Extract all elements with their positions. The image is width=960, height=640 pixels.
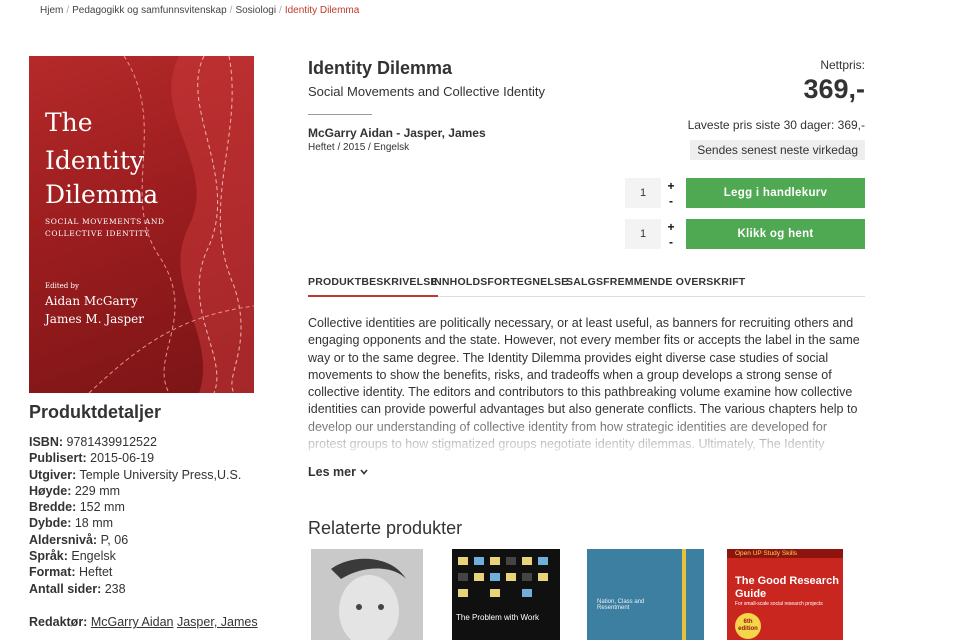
chevron-down-icon [360,469,369,475]
related-product-series: Open UP Study Skills [735,550,798,557]
book-cover-image[interactable]: The Identity Dilemma SOCIAL MOVEMENTS AN… [29,56,254,393]
price-value: 369,- [803,74,865,104]
product-details-list: ISBN: 9781439912522 Publisert: 2015-06-1… [29,434,241,597]
breadcrumb-separator: / [229,5,233,16]
description-fade [308,410,868,454]
product-details-heading: Produktdetaljer [29,402,162,422]
breadcrumb-separator: / [279,5,282,16]
cover-edited-by: Edited by [45,282,79,290]
related-product-card[interactable] [311,549,423,640]
breadcrumb-home[interactable]: Hjem [40,5,63,16]
detail-label: Høyde: [29,483,72,498]
related-product-title: The Good Research Guide [735,575,839,600]
related-product-card[interactable]: Open UP Study Skills The Good Research G… [727,549,843,640]
quantity-decrease-button[interactable]: - [665,236,677,248]
editor-link[interactable]: McGarry Aidan [91,615,174,629]
cover-title-line: The [45,108,93,137]
detail-value: 2015-06-19 [90,451,155,466]
editor-link[interactable]: Jasper, James [177,615,258,629]
detail-value: 152 mm [79,500,125,515]
product-meta: Heftet / 2015 / Engelsk [308,142,410,153]
quantity-input[interactable]: 1 [625,178,661,208]
product-subtitle: Social Movements and Collective Identity [308,84,546,99]
detail-value: 18 mm [74,516,114,531]
detail-row-isbn: ISBN: 9781439912522 [29,434,241,450]
add-to-cart-button[interactable]: Legg i handlekurv [686,178,865,208]
detail-row-publisher: Utgiver: Temple University Press,U.S. [29,467,241,483]
detail-row-published: Publisert: 2015-06-19 [29,450,241,466]
cover-title-line: Identity [45,146,144,175]
detail-label: Utgiver: [29,467,77,482]
tab-table-of-contents[interactable]: INNHOLDSFORTEGNELSE [431,276,568,297]
lowest-price-note: Laveste pris siste 30 dager: 369,- [687,118,865,132]
detail-label: Språk: [29,549,68,564]
detail-label: Antall sider: [29,581,102,596]
read-more-link[interactable]: Les mer [308,465,369,479]
detail-value: 9781439912522 [66,435,157,449]
breadcrumb-current: Identity Dilemma [284,5,360,16]
tab-promotional-headline[interactable]: SALGSFREMMENDE OVERSKRIFT [566,276,745,297]
read-more-label: Les mer [308,465,356,479]
shipping-badge: Sendes senest neste virkedag [690,140,865,160]
detail-value: 238 [104,581,126,596]
product-authors[interactable]: McGarry Aidan - Jasper, James [308,126,486,140]
product-tabs: PRODUKTBESKRIVELSE INNHOLDSFORTEGNELSE S… [308,276,865,297]
detail-row-height: Høyde: 229 mm [29,483,241,499]
related-products-heading: Relaterte produkter [308,518,463,538]
breadcrumb-subcategory[interactable]: Sosiologi [235,5,276,16]
detail-row-language: Språk: Engelsk [29,548,241,564]
title-divider [308,114,372,115]
product-title: Identity Dilemma [308,58,453,78]
detail-value: 229 mm [74,483,121,498]
related-product-card[interactable]: The Problem with Work [452,549,560,640]
cover-editor: Aidan McGarry [45,294,138,308]
related-product-title: The Problem with Work [456,613,539,622]
detail-label: Bredde: [29,500,77,515]
edition-badge: 6th edition [735,613,761,639]
editor-row: Redaktør: McGarry Aidan Jasper, James [29,615,258,629]
detail-row-age-level: Aldersnivå: P, 06 [29,532,241,548]
tab-product-description[interactable]: PRODUKTBESKRIVELSE [308,276,438,297]
detail-row-format: Format: Heftet [29,564,241,580]
cover-stripe [682,549,686,640]
detail-value: Heftet [79,565,113,580]
detail-value: P, 06 [100,532,129,547]
detail-label: Format: [29,565,76,580]
breadcrumb: Hjem / Pedagogikk og samfunnsvitenskap / Sos… [40,5,359,16]
click-and-collect-button[interactable]: Klikk og hent [686,219,865,249]
price-label: Nettpris: [820,58,865,72]
breadcrumb-category[interactable]: Pedagogikk og samfunnsvitenskap [72,5,227,16]
detail-label: Aldersnivå: [29,532,98,547]
related-cover-image [452,549,560,640]
breadcrumb-separator: / [66,5,70,16]
detail-row-width: Bredde: 152 mm [29,499,241,515]
editor-label: Redaktør: [29,615,88,629]
related-product-subtitle: For small-scale social research projects [735,601,823,607]
related-cover-image [311,549,423,640]
quantity-increase-button[interactable]: + [665,221,677,233]
detail-row-pages: Antall sider: 238 [29,581,241,597]
detail-value: Engelsk [71,549,116,564]
detail-value: Temple University Press,U.S. [79,467,242,482]
related-product-title: Nation, Class and Resentment [597,599,645,611]
detail-label: ISBN: [29,435,64,449]
related-product-card[interactable]: Nation, Class and Resentment [587,549,704,640]
quantity-decrease-button[interactable]: - [665,195,677,207]
cover-editor: James M. Jasper [45,312,144,326]
quantity-increase-button[interactable]: + [665,180,677,192]
detail-label: Publisert: [29,451,87,466]
detail-label: Dybde: [29,516,72,531]
detail-row-depth: Dybde: 18 mm [29,515,241,531]
quantity-input[interactable]: 1 [625,219,661,249]
cover-title-line: Dilemma [45,180,159,209]
cover-subtitle: SOCIAL MOVEMENTS AND COLLECTIVE IDENTITY [45,217,165,238]
